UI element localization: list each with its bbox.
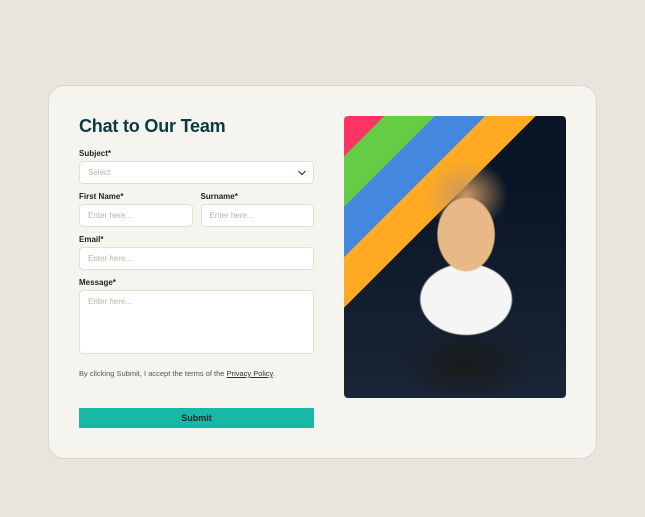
subject-select-wrap: Select bbox=[79, 161, 314, 184]
subject-label: Subject* bbox=[79, 149, 314, 158]
email-field: Email* bbox=[79, 235, 314, 270]
first-name-field: First Name* bbox=[79, 192, 193, 227]
surname-field: Surname* bbox=[201, 192, 315, 227]
name-row: First Name* Surname* bbox=[79, 192, 314, 235]
message-textarea[interactable] bbox=[79, 290, 314, 354]
first-name-label: First Name* bbox=[79, 192, 193, 201]
message-field: Message* bbox=[79, 278, 314, 359]
form-column: Chat to Our Team Subject* Select First N… bbox=[79, 116, 314, 428]
subject-field: Subject* Select bbox=[79, 149, 314, 184]
surname-input[interactable] bbox=[201, 204, 315, 227]
image-column bbox=[344, 116, 566, 428]
submit-button[interactable]: Submit bbox=[79, 408, 314, 428]
page-title: Chat to Our Team bbox=[79, 116, 314, 137]
subject-select[interactable]: Select bbox=[79, 161, 314, 184]
privacy-policy-link[interactable]: Privacy Policy bbox=[227, 369, 273, 378]
email-input[interactable] bbox=[79, 247, 314, 270]
contact-card: Chat to Our Team Subject* Select First N… bbox=[48, 85, 597, 459]
terms-suffix: . bbox=[273, 369, 275, 378]
terms-text: By clicking Submit, I accept the terms o… bbox=[79, 369, 314, 378]
first-name-input[interactable] bbox=[79, 204, 193, 227]
surname-label: Surname* bbox=[201, 192, 315, 201]
team-photo bbox=[344, 116, 566, 398]
email-label: Email* bbox=[79, 235, 314, 244]
message-label: Message* bbox=[79, 278, 314, 287]
terms-prefix: By clicking Submit, I accept the terms o… bbox=[79, 369, 227, 378]
